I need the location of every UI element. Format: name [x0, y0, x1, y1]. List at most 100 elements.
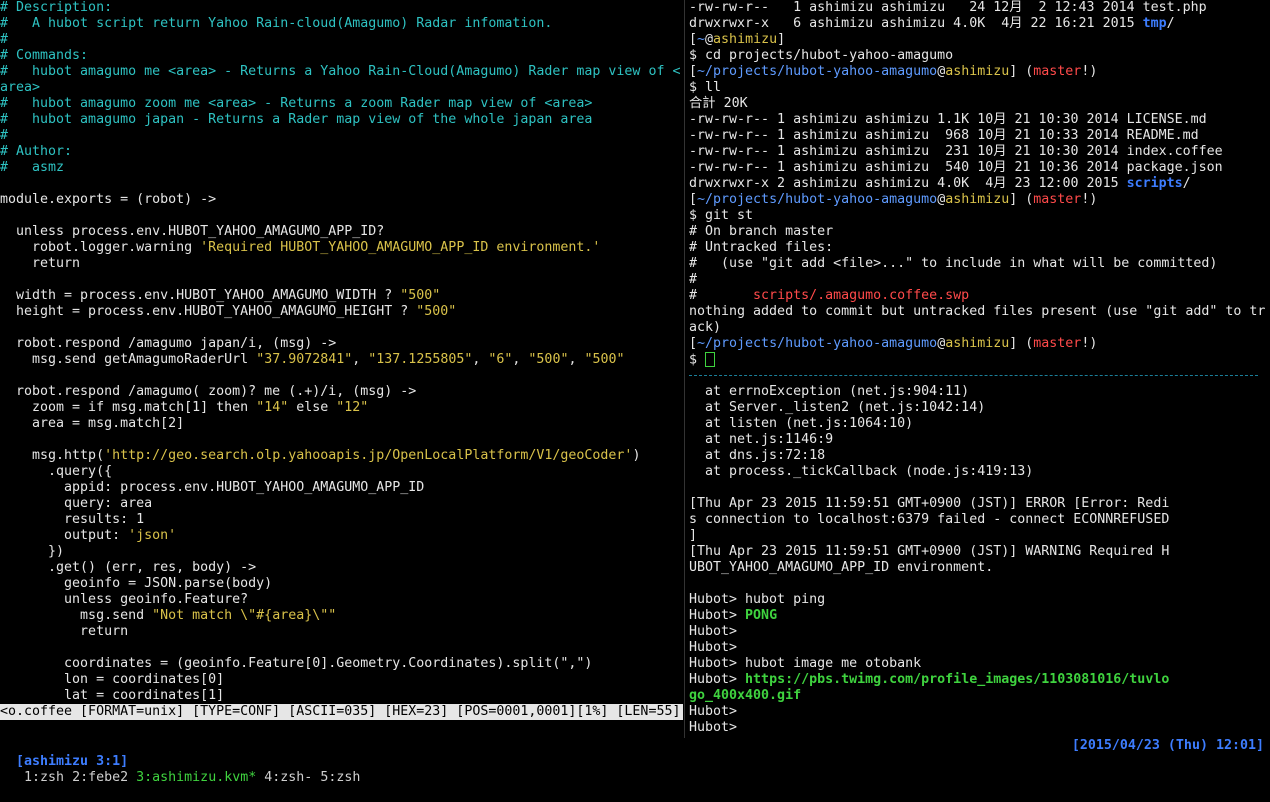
- text-segment: scripts: [1126, 176, 1183, 191]
- text-segment: PONG: [745, 608, 778, 623]
- text-segment: "137.1255805": [368, 352, 473, 367]
- editor-pane[interactable]: # Description: # A hubot script return Ya…: [0, 0, 683, 704]
- tmux-window-tab[interactable]: 3:ashimizu.kvm*: [136, 770, 256, 785]
- code-line: height = process.env.HUBOT_YAHOO_AMAGUMO…: [0, 304, 683, 320]
- text-segment: ashimizu: [945, 336, 1010, 351]
- text-segment: master: [1033, 64, 1082, 79]
- text-segment: lat = coordinates[1]: [0, 688, 225, 703]
- code-line: coordinates = (geoinfo.Feature[0].Geomet…: [0, 656, 683, 672]
- text-segment: .get() (err, res, body) ->: [0, 560, 257, 575]
- text-segment: # A hubot script return Yahoo Rain-cloud…: [0, 16, 553, 31]
- code-line: # Commands:: [0, 48, 683, 64]
- text-segment: master: [1033, 336, 1082, 351]
- code-line: # hubot amagumo zoom me <area> - Returns…: [0, 96, 683, 112]
- text-segment: ~/projects/hubot-yahoo-amagumo: [697, 64, 938, 79]
- text-segment: "14": [256, 400, 289, 415]
- text-segment: # Author:: [0, 144, 73, 159]
- tmux-status-bar: [ashimizu 3:1] 1:zsh 2:febe2 3:ashimizu.…: [0, 738, 1270, 785]
- code-line: .query({: [0, 464, 683, 480]
- text-segment: module.exports = (robot) ->: [0, 192, 217, 207]
- tmux-window-tab[interactable]: 5:zsh: [320, 770, 360, 785]
- code-line: unless process.env.HUBOT_YAHOO_AMAGUMO_A…: [0, 224, 683, 240]
- text-segment: #: [689, 272, 698, 287]
- text-segment: -rw-rw-r-- 1 ashimizu ashimizu 540 10月 2…: [689, 160, 1223, 175]
- terminal-line: Hubot>: [689, 720, 1270, 736]
- text-segment: s connection to localhost:6379 failed - …: [689, 512, 1170, 527]
- text-segment: Hubot>: [689, 672, 746, 687]
- text-segment: -rw-rw-r-- 1 ashimizu ashimizu 24 12月 2 …: [689, 0, 1207, 15]
- tmux-window-tab[interactable]: 2:febe2: [72, 770, 128, 785]
- text-segment: @: [937, 192, 946, 207]
- terminal-line: at errnoException (net.js:904:11): [689, 384, 1270, 400]
- terminal-line: ]: [689, 528, 1270, 544]
- text-segment: query: area: [0, 496, 153, 511]
- code-line: return: [0, 624, 683, 640]
- code-line: # hubot amagumo japan - Returns a Rader …: [0, 112, 683, 128]
- text-segment: # hubot amagumo me <area> - Returns a Ya…: [0, 64, 681, 79]
- text-segment: ,: [512, 352, 529, 367]
- text-segment: at dns.js:72:18: [689, 448, 826, 463]
- text-segment: "Not match \"#{area}\"": [152, 608, 337, 623]
- text-segment: [: [689, 336, 698, 351]
- code-line: query: area: [0, 496, 683, 512]
- tmux-clock: [2015/04/23 (Thu) 12:01]: [1071, 738, 1264, 753]
- text-segment: results: 1: [0, 512, 145, 527]
- code-line: # A hubot script return Yahoo Rain-cloud…: [0, 16, 683, 32]
- text-segment: $ git st: [689, 208, 754, 223]
- text-segment: "12": [336, 400, 369, 415]
- text-segment: ~: [697, 32, 706, 47]
- tmux-window-tab[interactable]: 4:zsh-: [264, 770, 312, 785]
- text-segment: Hubot>: [689, 624, 738, 639]
- text-segment: "500": [528, 352, 569, 367]
- pane-divider[interactable]: [684, 0, 685, 738]
- text-segment: UBOT_YAHOO_AMAGUMO_APP_ID environment.: [689, 560, 994, 575]
- code-line: .get() (err, res, body) ->: [0, 560, 683, 576]
- text-segment: return: [0, 256, 81, 271]
- tmux-window-tab[interactable]: 1:zsh: [24, 770, 64, 785]
- terminal-line: Hubot> hubot image me otobank: [689, 656, 1270, 672]
- terminal-line: drwxrwxr-x 6 ashimizu ashimizu 4.0K 4月 2…: [689, 16, 1270, 32]
- terminal-line: # (use "git add <file>..." to include in…: [689, 256, 1270, 272]
- code-line: width = process.env.HUBOT_YAHOO_AMAGUMO_…: [0, 288, 683, 304]
- text-segment: ): [632, 448, 641, 463]
- text-segment: tmp: [1142, 16, 1167, 31]
- terminal-line: # On branch master: [689, 224, 1270, 240]
- text-segment: [: [689, 64, 698, 79]
- text-segment: "37.9072841": [256, 352, 353, 367]
- code-line: robot.respond /amagumo japan/i, (msg) ->: [0, 336, 683, 352]
- text-segment: [: [689, 192, 698, 207]
- terminal-line: drwxrwxr-x 2 ashimizu ashimizu 4.0K 4月 2…: [689, 176, 1270, 192]
- text-segment: !): [1081, 192, 1098, 207]
- text-segment: }): [0, 544, 65, 559]
- terminal-cursor: [705, 352, 716, 367]
- text-segment: /: [1166, 16, 1175, 31]
- text-segment: area = msg.match[2]: [0, 416, 185, 431]
- text-segment: ashimizu: [945, 192, 1010, 207]
- text-segment: robot.respond /amagumo( zoom)? me (.+)/i…: [0, 384, 417, 399]
- terminal-line: [~/projects/hubot-yahoo-amagumo@ashimizu…: [689, 64, 1270, 80]
- terminal-line: [~@ashimizu]: [689, 32, 1270, 48]
- text-segment: else: [288, 400, 337, 415]
- text-segment: master: [1033, 192, 1082, 207]
- terminal-line: [~/projects/hubot-yahoo-amagumo@ashimizu…: [689, 192, 1270, 208]
- text-segment: # Description:: [0, 0, 113, 15]
- terminal-line: $ ll: [689, 80, 1270, 96]
- text-segment: at listen (net.js:1064:10): [689, 416, 914, 431]
- text-segment: msg.send getAmagumoRaderUrl: [0, 352, 257, 367]
- shell-pane[interactable]: -rw-rw-r-- 1 ashimizu ashimizu 24 12月 2 …: [689, 0, 1270, 738]
- text-segment: Hubot>: [689, 608, 746, 623]
- text-segment: ack): [689, 320, 722, 335]
- text-segment: width = process.env.HUBOT_YAHOO_AMAGUMO_…: [0, 288, 401, 303]
- text-segment: drwxrwxr-x 2 ashimizu ashimizu 4.0K 4月 2…: [689, 176, 1127, 191]
- text-segment: /: [1182, 176, 1191, 191]
- text-segment: Hubot>: [689, 720, 738, 735]
- text-segment: [Thu Apr 23 2015 11:59:51 GMT+0900 (JST)…: [689, 544, 1170, 559]
- text-segment: output:: [0, 528, 129, 543]
- code-line: output: 'json': [0, 528, 683, 544]
- text-segment: https://pbs.twimg.com/profile_images/110…: [745, 672, 1170, 687]
